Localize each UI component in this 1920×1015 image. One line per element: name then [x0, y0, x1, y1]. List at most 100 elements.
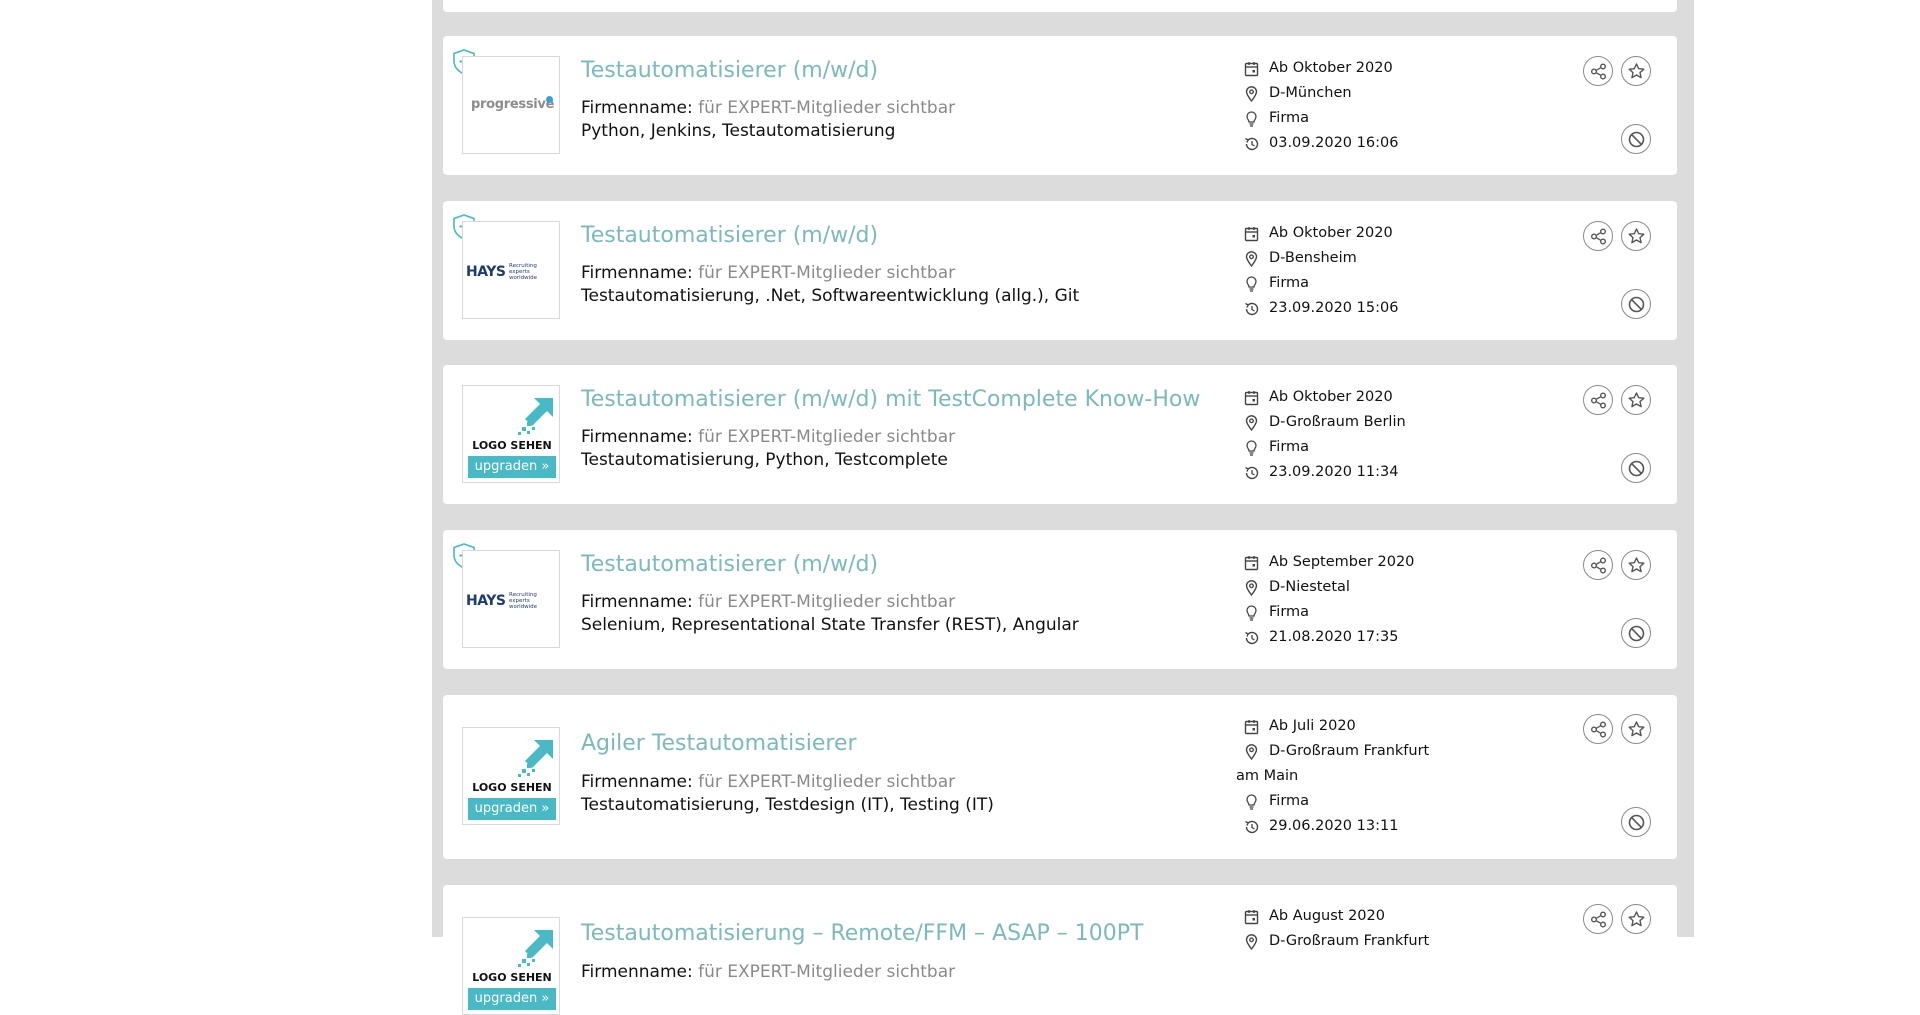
job-meta: Ab Juli 2020 D-Großraum Frankfurt am Main F…: [1236, 714, 1460, 839]
posted-date: 29.06.2020 13:11: [1240, 814, 1460, 839]
location: D-Großraum Frankfurt: [1240, 929, 1460, 954]
job-title-link[interactable]: Testautomatisierer (m/w/d): [581, 552, 878, 577]
favorite-button[interactable]: [1621, 221, 1651, 251]
company-logo[interactable]: HAYS Recruiting experts worldwide: [462, 550, 560, 648]
job-card[interactable]: LOGO SEHEN upgraden » Agiler Testautomatis…: [443, 695, 1677, 859]
company-name: Firmenname: für EXPERT-Mitglieder sichtb…: [581, 592, 955, 612]
posted-date: 21.08.2020 17:35: [1240, 625, 1460, 650]
upgrade-arrow-icon: [518, 396, 554, 436]
company-logo[interactable]: HAYS Recruiting experts worldwide: [462, 221, 560, 319]
map-pin-icon: [1244, 415, 1259, 432]
job-card[interactable]: LOGO SEHEN upgraden » Testautomatisierer (…: [443, 365, 1677, 504]
contract-type: Firma: [1240, 600, 1460, 625]
contract-type-text: Firma: [1269, 110, 1310, 126]
job-skills: Testautomatisierung, .Net, Softwareentwi…: [581, 286, 1080, 306]
job-title-link[interactable]: Testautomatisierung – Remote/FFM – ASAP …: [581, 921, 1143, 946]
job-skills: Testautomatisierung, Python, Testcomplet…: [581, 450, 948, 470]
logo-subtext: Recruiting experts worldwide: [509, 592, 538, 610]
location: D-Großraum Frankfurt: [1240, 739, 1460, 764]
upgrade-button[interactable]: upgraden »: [468, 456, 556, 478]
favorite-button[interactable]: [1621, 550, 1651, 580]
location-text: D-München: [1269, 85, 1352, 101]
company-logo[interactable]: LOGO SEHEN upgraden »: [462, 727, 560, 825]
history-icon: [1244, 630, 1259, 646]
company-name-value: für EXPERT-Mitglieder sichtbar: [698, 592, 956, 612]
calendar-icon: [1244, 555, 1259, 571]
hide-job-button[interactable]: [1621, 618, 1651, 648]
hide-job-button[interactable]: [1621, 807, 1651, 837]
upgrade-button[interactable]: upgraden »: [468, 798, 556, 820]
location: D-München: [1240, 81, 1460, 106]
logo-dot: [546, 96, 553, 103]
contract-type-text: Firma: [1269, 793, 1310, 809]
start-date: Ab Oktober 2020: [1240, 221, 1460, 246]
job-card[interactable]: LOGO SEHEN upgraden » Testautomatisierung …: [443, 885, 1677, 1015]
calendar-icon: [1244, 909, 1259, 925]
share-button[interactable]: [1583, 56, 1613, 86]
company-logo[interactable]: LOGO SEHEN upgraden »: [462, 917, 560, 1015]
job-card[interactable]: HAYS Recruiting experts worldwide Testauto…: [443, 201, 1677, 340]
upgrade-button[interactable]: upgraden »: [468, 988, 556, 1010]
job-meta: Ab September 2020 D-Niestetal Firma 21.08.2…: [1240, 550, 1460, 650]
job-title-link[interactable]: Agiler Testautomatisierer: [581, 731, 857, 756]
logo-text: HAYS: [466, 593, 506, 609]
location-text: D-Niestetal: [1269, 579, 1350, 595]
share-button[interactable]: [1583, 221, 1613, 251]
company-name-label: Firmenname:: [581, 962, 693, 982]
company-logo[interactable]: progressive: [462, 56, 560, 154]
start-date: Ab September 2020: [1240, 550, 1460, 575]
location-text: D-Großraum Frankfurt: [1269, 933, 1430, 949]
location: D-Niestetal: [1240, 575, 1460, 600]
history-icon: [1244, 301, 1259, 317]
company-name: Firmenname: für EXPERT-Mitglieder sichtb…: [581, 772, 955, 792]
company-name-value: für EXPERT-Mitglieder sichtbar: [698, 98, 956, 118]
job-title-link[interactable]: Testautomatisierer (m/w/d) mit TestCompl…: [581, 387, 1200, 412]
favorite-button[interactable]: [1621, 714, 1651, 744]
logo-placeholder-text: LOGO SEHEN: [472, 781, 552, 794]
hide-job-button[interactable]: [1621, 289, 1651, 319]
posted-date-text: 23.09.2020 11:34: [1269, 464, 1399, 480]
start-date: Ab Oktober 2020: [1240, 385, 1460, 410]
location-text: D-Bensheim: [1269, 250, 1357, 266]
logo-subtext: Recruiting experts worldwide: [509, 263, 538, 281]
company-name-value: für EXPERT-Mitglieder sichtbar: [698, 427, 956, 447]
hide-job-button[interactable]: [1621, 124, 1651, 154]
posted-date: 23.09.2020 15:06: [1240, 296, 1460, 321]
lightbulb-icon: [1244, 276, 1259, 292]
upgrade-arrow-icon: [518, 928, 554, 968]
job-title-link[interactable]: Testautomatisierer (m/w/d): [581, 58, 878, 83]
job-title-link[interactable]: Testautomatisierer (m/w/d): [581, 223, 878, 248]
location-continued: am Main: [1236, 764, 1460, 789]
job-card[interactable]: HAYS Recruiting experts worldwide Testauto…: [443, 530, 1677, 669]
favorite-button[interactable]: [1621, 385, 1651, 415]
company-name-label: Firmenname:: [581, 592, 693, 612]
location: D-Bensheim: [1240, 246, 1460, 271]
hide-job-button[interactable]: [1621, 453, 1651, 483]
job-meta: Ab August 2020 D-Großraum Frankfurt: [1240, 904, 1460, 954]
posted-date: 03.09.2020 16:06: [1240, 131, 1460, 156]
share-button[interactable]: [1583, 904, 1613, 934]
company-logo[interactable]: LOGO SEHEN upgraden »: [462, 385, 560, 483]
logo-placeholder-text: LOGO SEHEN: [472, 971, 552, 984]
contract-type-text: Firma: [1269, 275, 1310, 291]
share-button[interactable]: [1583, 385, 1613, 415]
start-date-text: Ab September 2020: [1269, 554, 1415, 570]
company-name: Firmenname: für EXPERT-Mitglieder sichtb…: [581, 98, 955, 118]
history-icon: [1244, 136, 1259, 152]
favorite-button[interactable]: [1621, 904, 1651, 934]
share-button[interactable]: [1583, 550, 1613, 580]
company-name-label: Firmenname:: [581, 427, 693, 447]
map-pin-icon: [1244, 580, 1259, 597]
favorite-button[interactable]: [1621, 56, 1651, 86]
calendar-icon: [1244, 61, 1259, 77]
company-name-value: für EXPERT-Mitglieder sichtbar: [698, 772, 956, 792]
location-text: D-Großraum Frankfurt: [1269, 743, 1430, 759]
share-button[interactable]: [1583, 714, 1613, 744]
company-name-label: Firmenname:: [581, 263, 693, 283]
company-name: Firmenname: für EXPERT-Mitglieder sichtb…: [581, 427, 955, 447]
lightbulb-icon: [1244, 440, 1259, 456]
logo-text: HAYS: [466, 264, 506, 280]
job-card[interactable]: progressive Testautomatisierer (m/w/d) Fir…: [443, 36, 1677, 175]
posted-date: 23.09.2020 11:34: [1240, 460, 1460, 485]
start-date: Ab August 2020: [1240, 904, 1460, 929]
